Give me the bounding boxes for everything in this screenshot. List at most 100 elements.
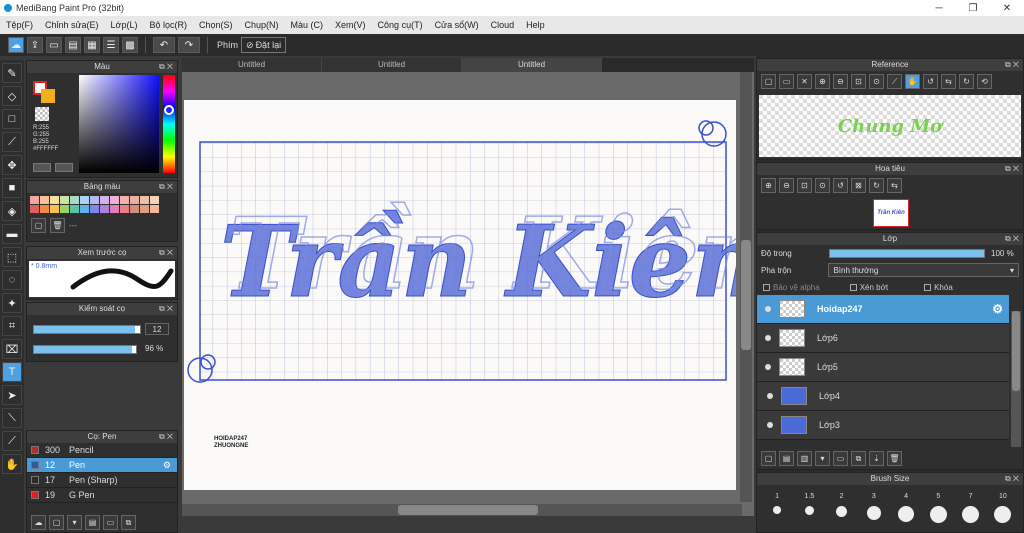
palette-swatch[interactable] xyxy=(140,205,149,213)
ref-rotate-left-icon[interactable]: ↺ xyxy=(923,74,938,89)
add-layer-menu-icon[interactable]: ▾ xyxy=(815,451,830,466)
ref-zoom-out-icon[interactable]: ⊖ xyxy=(833,74,848,89)
color-mode-button-1[interactable] xyxy=(33,163,51,172)
panel-pin-close-icon[interactable]: ⧉ ✕ xyxy=(159,431,173,443)
magic-wand-tool-icon[interactable]: ✦ xyxy=(2,293,22,313)
palette-swatch[interactable] xyxy=(140,196,149,204)
document-icon[interactable]: ▤ xyxy=(65,37,81,53)
fill-rect-tool-icon[interactable]: ■ xyxy=(2,178,22,198)
grid-icon[interactable]: ▩ xyxy=(122,37,138,53)
palette-swatch[interactable] xyxy=(30,205,39,213)
palette-swatch[interactable] xyxy=(70,205,79,213)
add-palette-icon[interactable]: ▢ xyxy=(31,218,46,233)
palette-swatch[interactable] xyxy=(150,205,159,213)
select-pen-tool-icon[interactable]: ⌗ xyxy=(2,316,22,336)
maximize-icon[interactable]: ❐ xyxy=(956,0,990,16)
bg-color-swatch[interactable] xyxy=(41,89,55,103)
layer-row[interactable]: Lớp6 xyxy=(757,324,1009,353)
color-mode-button-2[interactable] xyxy=(55,163,73,172)
list-icon[interactable]: ☰ xyxy=(103,37,119,53)
layer-visibility-eye-icon[interactable] xyxy=(765,306,771,312)
ref-new-icon[interactable]: ▢ xyxy=(761,74,776,89)
brush-settings-gear-icon[interactable]: ⚙ xyxy=(163,460,171,471)
undo-icon[interactable]: ↶ xyxy=(153,37,175,53)
brush-item[interactable]: 12 Pen ⚙ xyxy=(27,458,177,473)
text-tool-icon[interactable]: T xyxy=(2,362,22,382)
ref-rotate-right-icon[interactable]: ↻ xyxy=(959,74,974,89)
brush-size-option[interactable]: 2 xyxy=(828,493,856,523)
delete-palette-icon[interactable]: 🗑 xyxy=(50,218,65,233)
select-tool-icon[interactable]: ⬚ xyxy=(2,247,22,267)
palette-swatch[interactable] xyxy=(50,205,59,213)
palette-swatch[interactable] xyxy=(60,205,69,213)
brush-item[interactable]: 19 G Pen xyxy=(27,488,177,503)
hand-tool-icon[interactable]: ✋ xyxy=(2,454,22,474)
palette-swatch[interactable] xyxy=(70,196,79,204)
palette-swatch[interactable] xyxy=(90,196,99,204)
palette-swatch[interactable] xyxy=(110,205,119,213)
brush-tool-icon[interactable]: ✎ xyxy=(2,63,22,83)
palette-swatch[interactable] xyxy=(100,196,109,204)
nav-zoom-out-icon[interactable]: ⊖ xyxy=(779,178,794,193)
new-halftone-layer-icon[interactable]: ▤ xyxy=(779,451,794,466)
eyedropper-tool-icon[interactable]: ⟋ xyxy=(2,431,22,451)
reset-button[interactable]: ⊘ Đặt lại xyxy=(241,37,287,53)
share-icon[interactable]: ⇪ xyxy=(27,37,43,53)
palette-swatch[interactable] xyxy=(110,196,119,204)
ref-zoom-100-icon[interactable]: ⊙ xyxy=(869,74,884,89)
protect-alpha-checkbox[interactable]: Bảo vệ alpha xyxy=(763,283,820,292)
nav-fit-icon[interactable]: ⊡ xyxy=(797,178,812,193)
menu-view[interactable]: Xem(V) xyxy=(335,20,366,30)
horizontal-scroll-thumb[interactable] xyxy=(398,505,538,515)
lock-checkbox[interactable]: Khóa xyxy=(924,283,953,292)
transparent-swatch[interactable] xyxy=(35,107,49,121)
menu-cloud[interactable]: Cloud xyxy=(491,20,515,30)
palette-swatch[interactable] xyxy=(130,205,139,213)
palette-swatch[interactable] xyxy=(60,196,69,204)
palette-swatch[interactable] xyxy=(120,196,129,204)
merge-layer-icon[interactable]: ⇣ xyxy=(869,451,884,466)
page-icon[interactable]: ▦ xyxy=(84,37,100,53)
layer-folder-icon[interactable]: ▭ xyxy=(833,451,848,466)
hue-handle[interactable] xyxy=(164,105,174,115)
brush-item[interactable]: 17 Pen (Sharp) xyxy=(27,473,177,488)
ref-zoom-in-icon[interactable]: ⊕ xyxy=(815,74,830,89)
ref-open-icon[interactable]: ▭ xyxy=(779,74,794,89)
layer-visibility-eye-icon[interactable] xyxy=(765,335,771,341)
palette-swatch[interactable] xyxy=(80,205,89,213)
bucket-tool-icon[interactable]: ◈ xyxy=(2,201,22,221)
nav-rotate-left-icon[interactable]: ↺ xyxy=(833,178,848,193)
brush-menu-icon[interactable]: ▾ xyxy=(67,515,82,530)
layer-row[interactable]: Lớp3 xyxy=(757,411,1009,440)
layer-row[interactable]: Lớp5 xyxy=(757,353,1009,382)
ref-eyedropper-icon[interactable]: ⟋ xyxy=(887,74,902,89)
ref-hand-icon[interactable]: ✋ xyxy=(905,74,920,89)
brush-size-slider[interactable] xyxy=(33,325,141,334)
tab-untitled-2[interactable]: Untitled xyxy=(322,58,462,72)
canvas-page[interactable]: Trần Kiên Trần Kiên HOIDAP247 ZHUONGNE xyxy=(184,100,736,490)
horizontal-scrollbar[interactable] xyxy=(182,504,742,516)
comment-icon[interactable]: ▭ xyxy=(46,37,62,53)
gradient-tool-icon[interactable]: ▬ xyxy=(2,224,22,244)
select-eraser-tool-icon[interactable]: ⌧ xyxy=(2,339,22,359)
clipping-checkbox[interactable]: Xén bớt xyxy=(849,283,888,292)
layer-settings-gear-icon[interactable]: ⚙ xyxy=(992,302,1003,316)
brush-size-value[interactable]: 12 xyxy=(145,323,169,335)
saturation-value-picker[interactable] xyxy=(79,75,159,173)
tab-untitled-1[interactable]: Untitled xyxy=(182,58,322,72)
menu-window[interactable]: Cửa sổ(W) xyxy=(435,20,479,30)
brush-size-option[interactable]: 4 xyxy=(892,493,920,523)
palette-swatch[interactable] xyxy=(100,205,109,213)
layer-visibility-eye-icon[interactable] xyxy=(767,393,773,399)
palette-swatch[interactable] xyxy=(150,196,159,204)
minimize-icon[interactable]: ─ xyxy=(922,0,956,16)
duplicate-layer-icon[interactable]: ⧉ xyxy=(851,451,866,466)
panel-pin-close-icon[interactable]: ⧉ ✕ xyxy=(1005,163,1019,175)
cloud-icon[interactable]: ☁ xyxy=(8,37,24,53)
palette-swatch[interactable] xyxy=(90,205,99,213)
delete-layer-icon[interactable]: 🗑 xyxy=(887,451,902,466)
layer-scroll-thumb[interactable] xyxy=(1012,311,1020,391)
panel-pin-close-icon[interactable]: ⧉ ✕ xyxy=(159,303,173,315)
dot-tool-icon[interactable]: ⟋ xyxy=(2,132,22,152)
brush-cloud-icon[interactable]: ☁ xyxy=(31,515,46,530)
